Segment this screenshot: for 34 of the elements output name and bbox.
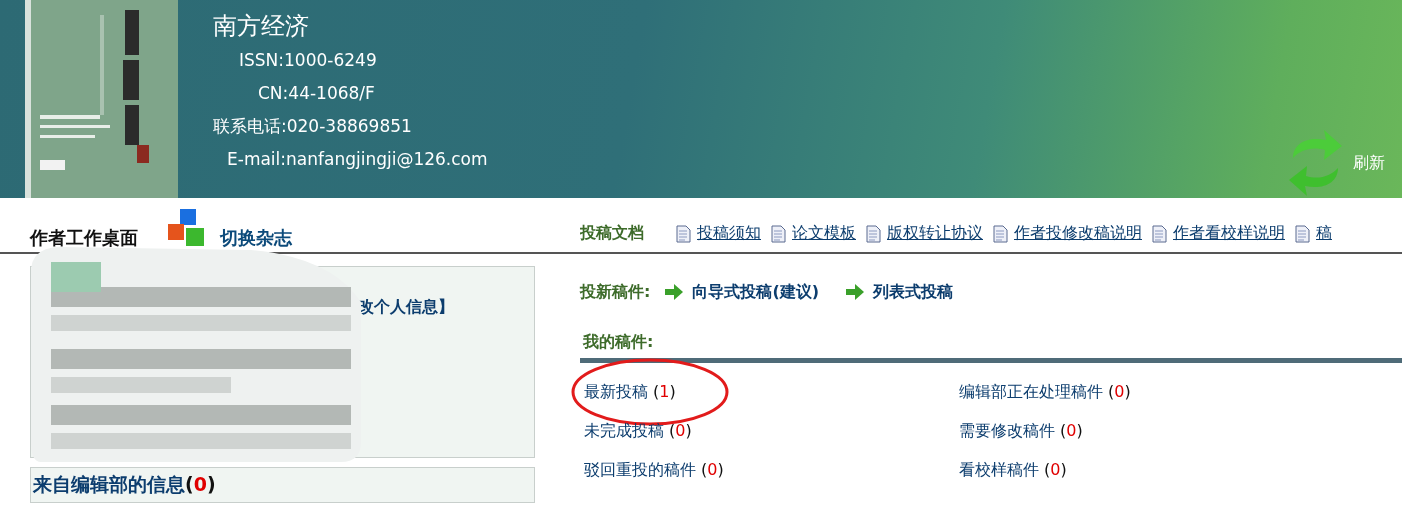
document-link[interactable]: 论文模板 [792, 223, 856, 244]
docs-label: 投稿文档 [580, 223, 644, 244]
document-icon [1295, 224, 1310, 243]
my-manuscripts-label: 我的稿件: [582, 331, 655, 353]
manuscript-link[interactable]: 驳回重投的稿件 (0) [584, 460, 724, 479]
workspace-title: 作者工作桌面 [30, 226, 138, 250]
editorial-messages-link[interactable]: 来自编辑部的信息(0) [33, 472, 216, 498]
submission-option-link[interactable]: 向导式投稿(建议) [692, 281, 820, 303]
journal-info-text: E-mail:nanfangjingji@126.com [226, 148, 488, 171]
document-icon [1152, 224, 1167, 243]
manuscript-link[interactable]: 未完成投稿 (0) [584, 421, 692, 440]
document-icon [993, 224, 1008, 243]
arrow-right-icon [664, 283, 685, 301]
document-link[interactable]: 稿 [1316, 223, 1332, 244]
document-link[interactable]: 作者投修改稿说明 [1014, 223, 1142, 244]
document-link[interactable]: 版权转让协议 [887, 223, 983, 244]
manuscript-link[interactable]: 最新投稿 (1) [584, 382, 676, 401]
document-link[interactable]: 作者看校样说明 [1173, 223, 1285, 244]
switch-journal-link[interactable]: 切换杂志 [220, 226, 292, 250]
arrow-right-icon [845, 283, 866, 301]
journal-info-text: CN:44-1068/F [257, 82, 376, 105]
document-icon [866, 224, 881, 243]
document-link[interactable]: 投稿须知 [697, 223, 761, 244]
journal-info-text: 联系电话:020-38869851 [213, 115, 413, 138]
new-submission-label: 投新稿件: [580, 281, 651, 303]
journal-title: 南方经济 [213, 11, 310, 42]
document-icon [676, 224, 691, 243]
document-icon [771, 224, 786, 243]
manuscript-link[interactable]: 看校样稿件 (0) [959, 460, 1067, 479]
manuscript-link[interactable]: 编辑部正在处理稿件 (0) [959, 382, 1131, 401]
manuscript-link[interactable]: 需要修改稿件 (0) [959, 421, 1083, 440]
refresh-icon[interactable] [1288, 128, 1343, 198]
submission-option-link[interactable]: 列表式投稿 [873, 281, 954, 303]
journal-info-text: ISSN:1000-6249 [238, 49, 378, 72]
